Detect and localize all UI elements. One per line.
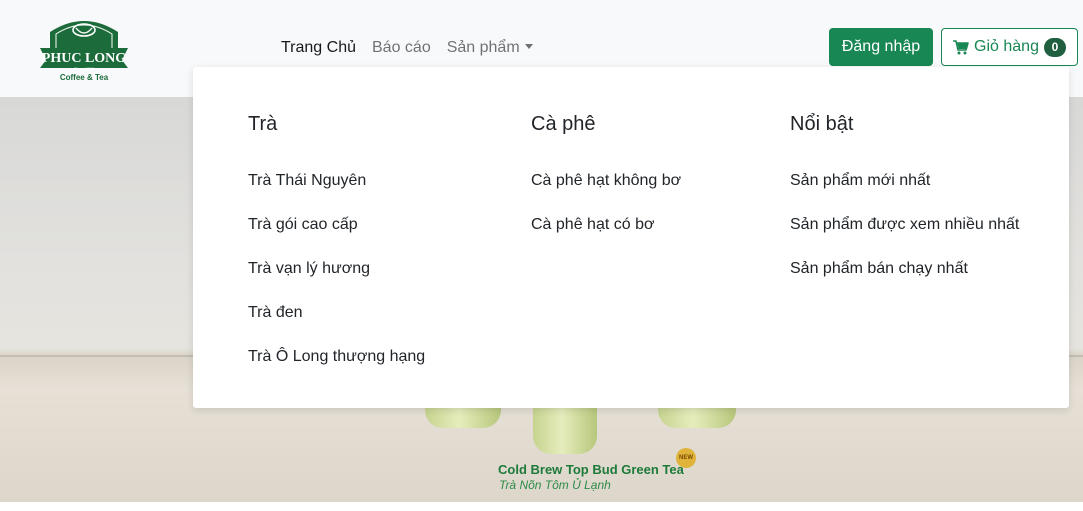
- brand-logo[interactable]: PHUC LONG Since 1968 Coffee & Tea: [36, 12, 132, 86]
- menu-item-tea[interactable]: Trà Ô Long thượng hạng: [248, 348, 425, 366]
- menu-item-tea[interactable]: Trà vạn lý hương: [248, 260, 370, 278]
- bottle-left: [425, 408, 501, 428]
- new-badge: NEW: [676, 448, 696, 468]
- menu-heading-coffee: Cà phê: [531, 113, 596, 135]
- login-button[interactable]: Đăng nhập: [829, 28, 933, 66]
- bottle-center: [533, 408, 597, 454]
- menu-item-tea[interactable]: Trà đen: [248, 304, 303, 322]
- page: Cold Brew Top Bud Green Tea Trà Nõn Tôm …: [0, 0, 1083, 511]
- cart-label: Giỏ hàng: [974, 38, 1039, 55]
- menu-heading-featured: Nổi bật: [790, 113, 854, 135]
- main-nav: Trang Chủ Báo cáo Sản phẩm: [281, 37, 549, 59]
- bottle-right: [658, 408, 736, 428]
- products-mega-menu: Trà Trà Thái Nguyên Trà gói cao cấp Trà …: [193, 67, 1069, 408]
- phuc-long-logo-icon: PHUC LONG Since 1968 Coffee & Tea: [40, 21, 128, 82]
- logo-tagline: Coffee & Tea: [60, 73, 109, 82]
- hero-product-subtitle: Trà Nõn Tôm Ủ Lạnh: [499, 478, 611, 492]
- caret-down-icon: [524, 44, 533, 49]
- logo-since: Since 1968: [74, 66, 95, 71]
- hero-product-name: Cold Brew Top Bud Green Tea: [498, 462, 684, 477]
- shopping-cart-icon: [953, 39, 969, 55]
- menu-item-featured[interactable]: Sản phẩm bán chạy nhất: [790, 260, 968, 278]
- menu-item-coffee[interactable]: Cà phê hạt có bơ: [531, 216, 654, 234]
- menu-item-coffee[interactable]: Cà phê hạt không bơ: [531, 172, 681, 190]
- logo-name: PHUC LONG: [42, 51, 127, 66]
- nav-reports[interactable]: Báo cáo: [372, 39, 431, 57]
- cart-count-badge: 0: [1043, 37, 1066, 57]
- menu-item-featured[interactable]: Sản phẩm được xem nhiều nhất: [790, 216, 1019, 234]
- cart-button[interactable]: Giỏ hàng 0: [941, 28, 1078, 66]
- nav-products-label: Sản phẩm: [446, 39, 520, 56]
- nav-home[interactable]: Trang Chủ: [281, 39, 356, 57]
- nav-products-dropdown[interactable]: Sản phẩm: [447, 39, 533, 57]
- menu-item-tea[interactable]: Trà gói cao cấp: [248, 216, 358, 234]
- menu-item-featured[interactable]: Sản phẩm mới nhất: [790, 172, 930, 190]
- menu-heading-tea: Trà: [248, 113, 278, 135]
- menu-item-tea[interactable]: Trà Thái Nguyên: [248, 172, 366, 190]
